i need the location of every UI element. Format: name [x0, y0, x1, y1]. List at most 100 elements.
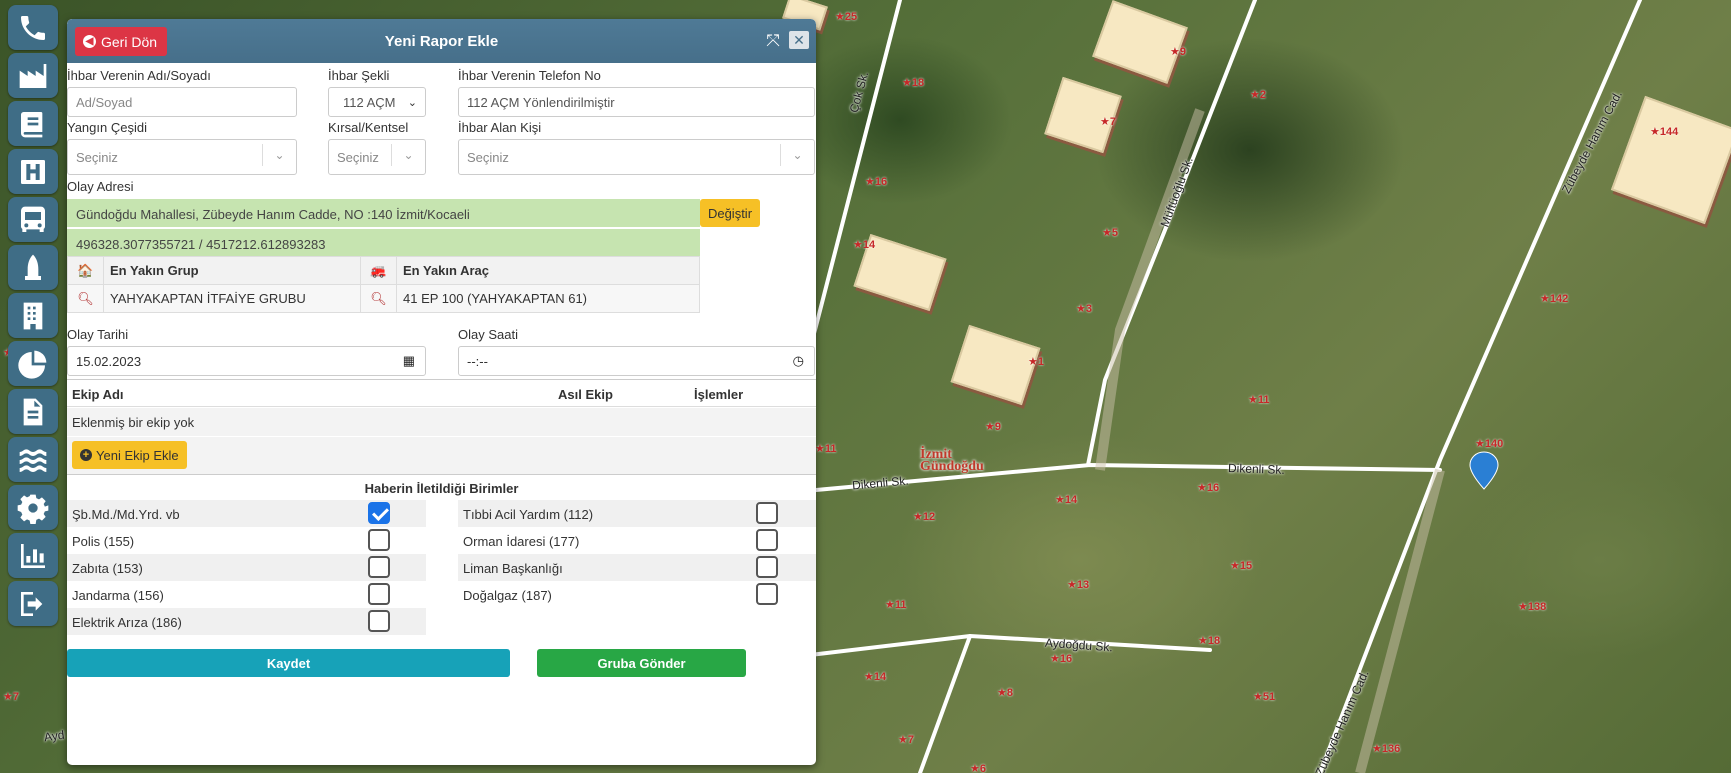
unit-row: Tıbbi Acil Yardım (112) — [458, 500, 816, 527]
plus-circle-icon: + — [80, 449, 92, 461]
fire-type-label: Yangın Çeşidi — [67, 120, 147, 135]
close-icon[interactable]: ✕ — [789, 31, 809, 49]
col-actions: İşlemler — [694, 387, 744, 402]
notified-units-title: Haberin İletildiği Birimler — [364, 481, 519, 496]
unit-checkbox[interactable] — [756, 502, 778, 524]
fire-type-select[interactable]: Seçiniz ⌄ — [67, 139, 297, 175]
factory-button[interactable] — [8, 53, 58, 98]
nearest-vehicle-header: En Yakın Araç — [396, 256, 700, 285]
unit-checkbox[interactable] — [756, 583, 778, 605]
unit-row: Doğalgaz (187) — [458, 581, 816, 608]
unit-label: Doğalgaz (187) — [463, 588, 552, 603]
change-address-button[interactable]: Değiştir — [700, 199, 760, 227]
pie-chart-button[interactable] — [8, 341, 58, 386]
expand-icon[interactable]: ⤧ — [763, 31, 783, 51]
settings-button[interactable] — [8, 485, 58, 530]
time-label: Olay Saati — [458, 327, 518, 342]
bus-icon — [21, 206, 45, 232]
unit-row: Orman İdaresi (177) — [458, 527, 816, 554]
unit-checkbox[interactable] — [368, 583, 390, 605]
clock-icon[interactable]: ◷ — [793, 353, 804, 369]
report-type-select[interactable]: 112 AÇM ⌄ — [328, 87, 426, 117]
unit-checkbox[interactable] — [368, 502, 390, 524]
address-value: Gündoğdu Mahallesi, Zübeyde Hanım Cadde,… — [67, 199, 700, 227]
search-icon[interactable]: 🔍︎ — [360, 284, 397, 313]
search-icon[interactable]: 🔍︎ — [67, 284, 104, 313]
hospital-icon — [21, 159, 45, 184]
unit-checkbox[interactable] — [368, 529, 390, 551]
bus-button[interactable] — [8, 197, 58, 242]
reporter-phone-input[interactable]: 112 AÇM Yönlendirilmiştir — [458, 87, 815, 117]
unit-row: Zabıta (153) — [67, 554, 426, 581]
unit-checkbox[interactable] — [756, 529, 778, 551]
dialog-title: Yeni Rapor Ekle — [384, 33, 499, 50]
rocket-button[interactable] — [8, 245, 58, 290]
unit-row: Şb.Md./Md.Yrd. vb — [67, 500, 426, 527]
coordinates-value: 496328.3077355721 / 4517212.612893283 — [67, 229, 700, 257]
col-team-name: Ekip Adı — [72, 387, 124, 402]
chevron-down-icon: ⌄ — [262, 144, 296, 166]
hospital-button[interactable] — [8, 149, 58, 194]
date-input[interactable]: 15.02.2023 ▦ — [67, 346, 426, 376]
book-button[interactable] — [8, 101, 58, 146]
receiver-label: İhbar Alan Kişi — [458, 120, 542, 135]
rural-urban-label: Kırsal/Kentsel — [328, 120, 409, 135]
report-type-label: İhbar Şekli — [328, 68, 390, 83]
water-icon — [19, 448, 47, 472]
add-team-label: Yeni Ekip Ekle — [96, 447, 179, 463]
unit-row: Elektrik Arıza (186) — [67, 608, 426, 635]
dialog-header: ◀ Geri Dön Yeni Rapor Ekle ⤧ ✕ — [67, 19, 816, 63]
teams-empty-text: Eklenmiş bir ekip yok — [67, 408, 816, 436]
unit-label: Jandarma (156) — [72, 588, 164, 603]
nearest-vehicle-value: 41 EP 100 (YAHYAKAPTAN 61) — [396, 284, 700, 313]
nearest-group-header: En Yakın Grup — [103, 256, 361, 285]
left-toolbar — [8, 5, 62, 629]
book-icon — [21, 111, 43, 137]
building-button[interactable] — [8, 293, 58, 338]
new-report-dialog: ◀ Geri Dön Yeni Rapor Ekle ⤧ ✕ İhbar Ver… — [67, 19, 816, 765]
logout-icon — [21, 591, 43, 616]
unit-label: Zabıta (153) — [72, 561, 143, 576]
logout-button[interactable] — [8, 581, 58, 626]
teams-add-zone: + Yeni Ekip Ekle — [67, 437, 816, 475]
time-input[interactable]: --:-- ◷ — [458, 346, 815, 376]
phone-button[interactable] — [8, 5, 58, 50]
receiver-select[interactable]: Seçiniz ⌄ — [458, 139, 815, 175]
unit-label: Tıbbi Acil Yardım (112) — [463, 507, 594, 522]
nearest-group-value: YAHYAKAPTAN İTFAİYE GRUBU — [103, 284, 361, 313]
statistics-button[interactable] — [8, 533, 58, 578]
teams-table-header: Ekip Adı Asıl Ekip İşlemler — [67, 379, 816, 407]
address-label: Olay Adresi — [67, 179, 134, 194]
chevron-down-icon: ⌄ — [407, 96, 417, 109]
fire-truck-icon: 🚒 — [360, 256, 397, 285]
unit-checkbox[interactable] — [756, 556, 778, 578]
factory-icon — [19, 63, 47, 88]
rocket-icon — [25, 254, 41, 280]
save-button[interactable]: Kaydet — [67, 649, 510, 677]
unit-label: Şb.Md./Md.Yrd. vb — [72, 507, 180, 522]
document-button[interactable] — [8, 389, 58, 434]
reporter-phone-label: İhbar Verenin Telefon No — [458, 68, 601, 83]
rural-urban-select[interactable]: Seçiniz ⌄ — [328, 139, 426, 175]
calendar-icon[interactable]: ▦ — [403, 353, 415, 369]
unit-label: Elektrik Arıza (186) — [72, 615, 182, 630]
location-pin-icon[interactable] — [1469, 451, 1499, 490]
gear-icon — [17, 494, 49, 524]
fire-station-icon: 🏠 — [67, 256, 104, 285]
unit-checkbox[interactable] — [368, 556, 390, 578]
building-icon — [23, 302, 43, 329]
send-to-group-button[interactable]: Gruba Gönder — [537, 649, 746, 677]
phone-icon — [21, 15, 45, 40]
unit-checkbox[interactable] — [368, 610, 390, 632]
pie-chart-icon — [18, 350, 47, 379]
reporter-name-label: İhbar Verenin Adı/Soyadı — [67, 68, 211, 83]
unit-row: Polis (155) — [67, 527, 426, 554]
bar-chart-icon — [21, 543, 45, 568]
chevron-down-icon: ⌄ — [780, 144, 814, 166]
reporter-name-input[interactable]: Ad/Soyad — [67, 87, 297, 117]
add-team-button[interactable]: + Yeni Ekip Ekle — [72, 441, 187, 469]
unit-row: Liman Başkanlığı — [458, 554, 816, 581]
document-icon — [23, 398, 43, 425]
water-button[interactable] — [8, 437, 58, 482]
nearest-resources-table: 🏠 En Yakın Grup 🚒 En Yakın Araç 🔍︎ YAHYA… — [67, 256, 700, 313]
